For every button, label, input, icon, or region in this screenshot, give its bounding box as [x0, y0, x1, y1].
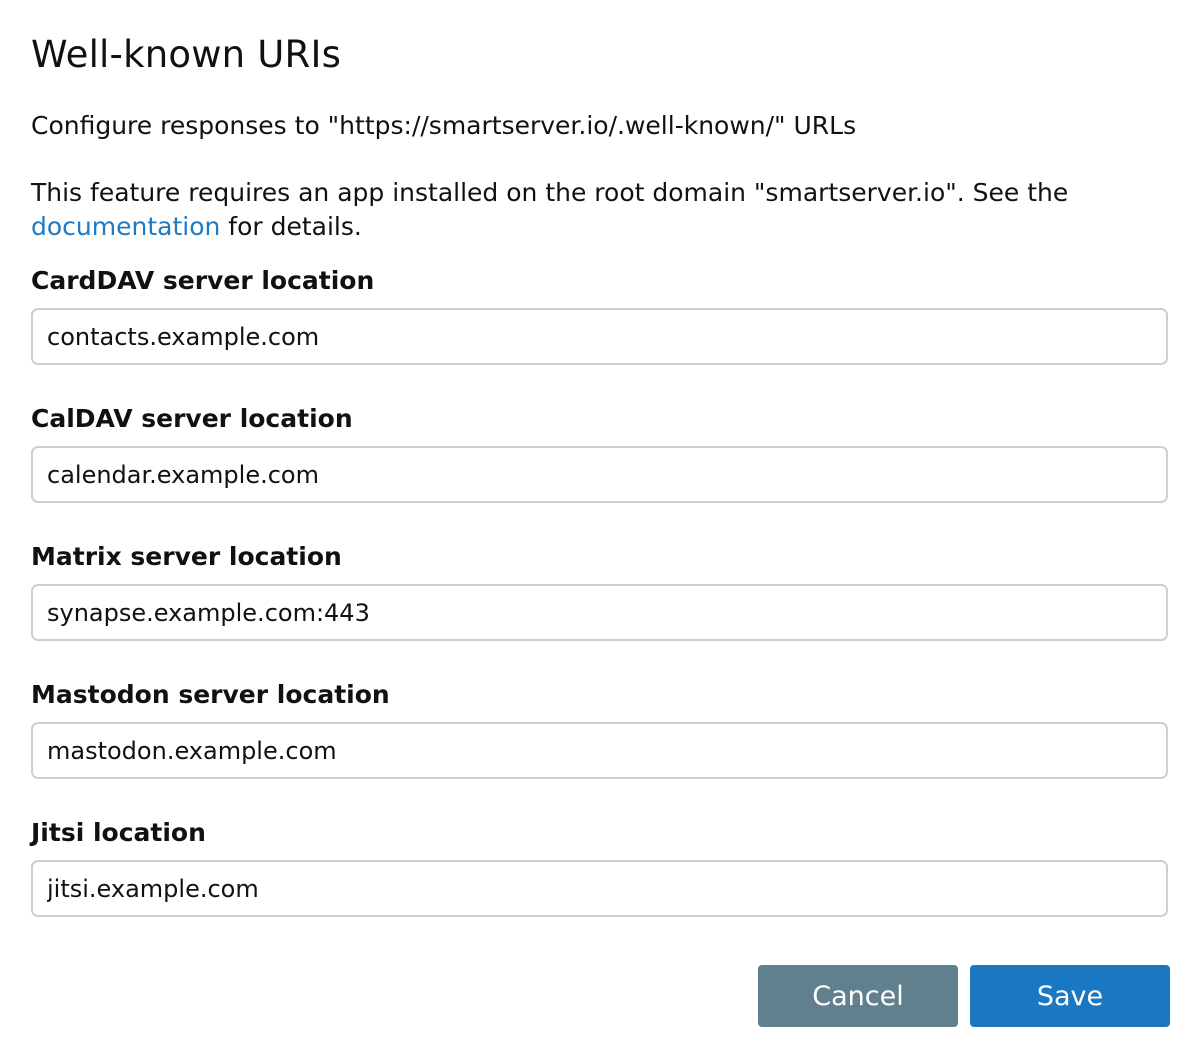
caldav-input[interactable] [31, 446, 1168, 503]
carddav-label: CardDAV server location [31, 266, 375, 295]
mastodon-label: Mastodon server location [31, 680, 390, 709]
dialog-title: Well-known URIs [31, 33, 342, 76]
jitsi-label: Jitsi location [31, 818, 206, 847]
documentation-link[interactable]: documentation [31, 212, 220, 241]
mastodon-field: Mastodon server location [31, 679, 1170, 779]
mastodon-input[interactable] [31, 722, 1168, 779]
jitsi-input[interactable] [31, 860, 1168, 917]
feature-note-suffix: for details. [220, 212, 362, 241]
feature-note: This feature requires an app installed o… [31, 176, 1170, 244]
caldav-label: CalDAV server location [31, 404, 353, 433]
feature-note-prefix: This feature requires an app installed o… [31, 178, 1069, 207]
dialog-subtitle: Configure responses to "https://smartser… [31, 111, 857, 140]
well-known-uris-dialog: Well-known URIs Configure responses to "… [31, 0, 1170, 1058]
jitsi-field: Jitsi location [31, 817, 1170, 917]
carddav-field: CardDAV server location [31, 265, 1170, 365]
cancel-button[interactable]: Cancel [758, 965, 958, 1027]
matrix-input[interactable] [31, 584, 1168, 641]
carddav-input[interactable] [31, 308, 1168, 365]
caldav-field: CalDAV server location [31, 403, 1170, 503]
matrix-label: Matrix server location [31, 542, 342, 571]
save-button[interactable]: Save [970, 965, 1170, 1027]
matrix-field: Matrix server location [31, 541, 1170, 641]
